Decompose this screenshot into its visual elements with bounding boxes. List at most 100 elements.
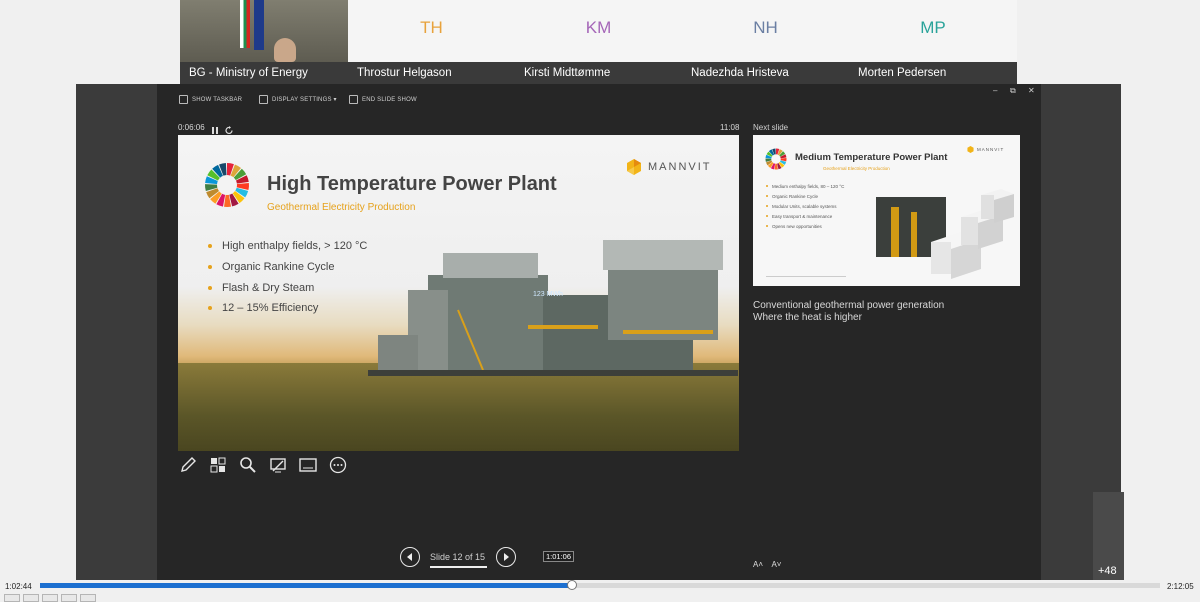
plant-display-label: 123 MWh xyxy=(533,291,563,298)
previous-slide-button[interactable] xyxy=(400,547,420,567)
next-slide-bullet: Modular Units, scalable systems xyxy=(766,201,844,211)
bullet-text: High enthalpy fields, > 120 °C xyxy=(222,240,368,253)
more-options-button[interactable] xyxy=(328,456,348,474)
play-pause-button[interactable] xyxy=(4,594,20,602)
see-all-slides-button[interactable] xyxy=(208,456,228,474)
sdg-wheel-small-icon xyxy=(765,148,787,170)
participant-strip: BG - Ministry of Energy TH Throstur Helg… xyxy=(180,0,1017,84)
end-slide-show-label: END SLIDE SHOW xyxy=(362,96,417,103)
display-settings-label: DISPLAY SETTINGS ▾ xyxy=(272,97,337,103)
power-plant-image xyxy=(368,240,738,376)
seek-bar[interactable] xyxy=(40,580,1160,590)
current-slide[interactable]: 123 MWh High Temperature Power Plant Geo… xyxy=(178,135,739,451)
next-slide-title: Medium Temperature Power Plant xyxy=(795,152,948,163)
minimize-button[interactable]: – xyxy=(993,86,997,95)
participant-tile-video[interactable]: BG - Ministry of Energy xyxy=(180,0,349,84)
next-slide-label: Next slide xyxy=(753,123,789,132)
seek-time-tooltip: 1:01:06 xyxy=(543,551,575,562)
fullscreen-button[interactable] xyxy=(80,594,96,602)
next-slide-bullet: Opens new opportunities xyxy=(766,221,844,231)
black-screen-button[interactable] xyxy=(268,456,288,474)
participant-tile[interactable]: NH Nadezhda Hristeva xyxy=(682,0,850,84)
elapsed-timer: 0:06:06 xyxy=(178,123,205,132)
next-bullet-text: Opens new opportunities xyxy=(772,223,822,229)
close-button[interactable]: ✕ xyxy=(1028,86,1035,95)
bullet-dot-icon xyxy=(208,306,212,311)
sdg-wheel-icon xyxy=(205,163,249,207)
current-time: 1:02:44 xyxy=(5,582,32,591)
speaker-notes: Conventional geothermal power generation… xyxy=(753,300,944,324)
participant-tile[interactable]: MP Morten Pedersen xyxy=(849,0,1017,84)
mannvit-logo-icon xyxy=(627,159,641,175)
previous-button[interactable] xyxy=(23,594,39,602)
next-bullet-text: Modular Units, scalable systems xyxy=(772,203,837,209)
slide-tools xyxy=(178,456,348,474)
bullet-dot-icon xyxy=(208,265,212,270)
next-slide-bullet: Easy transport & maintenance xyxy=(766,211,844,221)
seek-handle[interactable] xyxy=(567,580,577,590)
mannvit-logo-small-icon xyxy=(967,146,974,153)
restart-icon xyxy=(225,126,233,134)
show-taskbar-button[interactable]: SHOW TASKBAR xyxy=(179,95,242,104)
display-settings-button[interactable]: DISPLAY SETTINGS ▾ xyxy=(259,95,337,104)
subtitles-button[interactable] xyxy=(298,456,318,474)
slide-bullet: High enthalpy fields, > 120 °C xyxy=(208,236,367,257)
decrease-font-button[interactable]: A˅ xyxy=(771,560,781,569)
previous-arrow-icon xyxy=(407,553,412,561)
next-slide-subtitle: Geothermal Electricity Production xyxy=(823,166,890,171)
increase-font-button[interactable]: A˄ xyxy=(753,560,763,569)
orc-units-image xyxy=(876,189,1014,279)
video-margin-left xyxy=(76,84,157,580)
next-slide-bullet: Organic Rankine Cycle xyxy=(766,191,844,201)
slide-bullet: Flash & Dry Steam xyxy=(208,277,367,298)
pen-icon xyxy=(181,457,196,472)
next-slide-bullets: Medium enthalpy fields, 80 – 120 °C Orga… xyxy=(766,181,844,231)
participant-name: Throstur Helgason xyxy=(348,62,515,84)
next-slide-button[interactable] xyxy=(496,547,516,567)
slide-counter[interactable]: Slide 12 of 15 xyxy=(430,552,485,562)
zoom-button[interactable] xyxy=(238,456,258,474)
pause-icon xyxy=(212,127,218,134)
participant-tile[interactable]: TH Throstur Helgason xyxy=(348,0,516,84)
video-feed xyxy=(180,0,348,62)
next-slide-footer xyxy=(766,276,846,277)
participant-tile[interactable]: KM Kirsti Midttømme xyxy=(515,0,683,84)
end-slide-show-button[interactable]: END SLIDE SHOW xyxy=(349,95,417,104)
slide-bullet: Organic Rankine Cycle xyxy=(208,257,367,278)
total-time: 2:12:05 xyxy=(1167,582,1194,591)
stop-button[interactable] xyxy=(42,594,58,602)
end-show-icon xyxy=(349,95,358,104)
slides-grid-icon xyxy=(210,457,226,473)
participant-name: BG - Ministry of Energy xyxy=(180,62,348,84)
participant-initials: TH xyxy=(420,18,443,37)
slide-bullet: 12 – 15% Efficiency xyxy=(208,298,367,319)
seek-bar-progress xyxy=(40,583,572,588)
next-bullet-text: Easy transport & maintenance xyxy=(772,213,833,219)
participant-name: Kirsti Midttømme xyxy=(515,62,682,84)
restore-button[interactable]: ⧉ xyxy=(1010,86,1016,96)
next-button[interactable] xyxy=(61,594,77,602)
bullet-dot-icon xyxy=(208,285,212,290)
bullet-text: Organic Rankine Cycle xyxy=(222,261,335,274)
display-icon xyxy=(259,95,268,104)
pointer-icon xyxy=(270,458,286,473)
next-slide-logo: MANNVIT xyxy=(967,146,1004,153)
notes-font-controls: A˄ A˅ xyxy=(753,560,781,569)
next-slide-logo-text: MANNVIT xyxy=(977,147,1005,152)
eu-flag xyxy=(254,0,264,50)
slide-counter-underline xyxy=(430,566,487,568)
pen-tool-button[interactable] xyxy=(178,456,198,474)
show-taskbar-label: SHOW TASKBAR xyxy=(192,96,243,103)
bullet-text: Flash & Dry Steam xyxy=(222,281,315,294)
bullet-dot-icon xyxy=(766,205,768,207)
mannvit-logo-text: MANNVIT xyxy=(648,161,712,173)
notes-line: Conventional geothermal power generation xyxy=(753,300,945,311)
next-slide-bullet: Medium enthalpy fields, 80 – 120 °C xyxy=(766,181,844,191)
more-participants[interactable]: +48 xyxy=(1093,492,1124,580)
next-slide-preview[interactable]: Medium Temperature Power Plant Geotherma… xyxy=(753,135,1020,286)
next-bullet-text: Medium enthalpy fields, 80 – 120 °C xyxy=(772,183,845,189)
player-controls xyxy=(4,594,96,602)
bullet-dot-icon xyxy=(766,195,768,197)
slide-bullets: High enthalpy fields, > 120 °C Organic R… xyxy=(208,236,367,319)
bullet-dot-icon xyxy=(766,215,768,217)
